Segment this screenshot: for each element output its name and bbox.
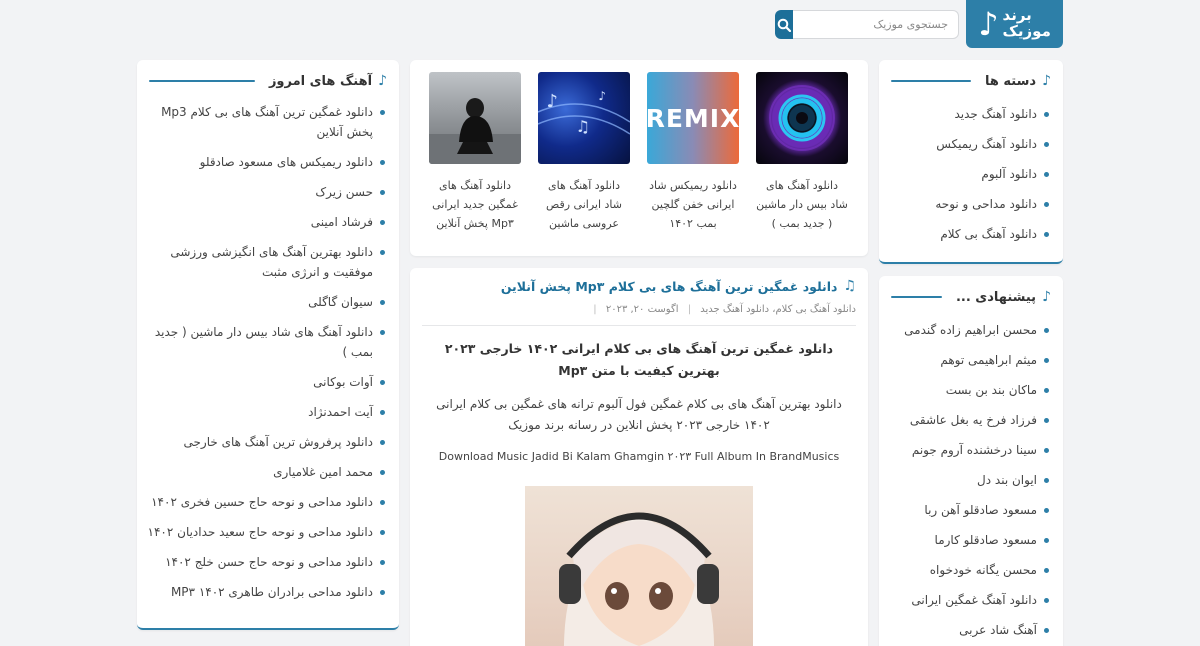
svg-text:♪: ♪	[598, 89, 606, 103]
categories-list: دانلود آهنگ جدید دانلود آهنگ ریمیکس دانل…	[879, 98, 1063, 244]
category-link[interactable]: دانلود آلبوم	[889, 164, 1049, 184]
category-link[interactable]: دانلود آهنگ جدید	[889, 104, 1049, 124]
suggested-title: ♪ پیشنهادی ...	[879, 280, 1063, 314]
categories-title: ♪ دسته ها	[879, 64, 1063, 98]
song-thumbnail-sad[interactable]	[429, 72, 521, 164]
post-article: ♫ دانلود غمگین ترین آهنگ های بی کلام Mp۳…	[410, 268, 868, 646]
today-song-link[interactable]: دانلود آهنگ های شاد بیس دار ماشین ( جدید…	[147, 322, 385, 362]
song-card[interactable]: دانلود آهنگ های شاد بیس دار ماشین ( جدید…	[756, 72, 848, 233]
suggested-link[interactable]: فرزاد فرخ یه بغل عاشقی	[889, 410, 1049, 430]
today-song-link[interactable]: دانلود غمگین ترین آهنگ های بی کلام Mp3 پ…	[147, 102, 385, 142]
title-divider	[891, 80, 971, 82]
song-title[interactable]: دانلود آهنگ های غمگین جدید ایرانی Mp۳ پخ…	[429, 176, 521, 233]
suggested-title-text: پیشنهادی ...	[955, 289, 1037, 305]
today-song-link[interactable]: آیت احمدنژاد	[147, 402, 385, 422]
suggested-link[interactable]: آهنگ شاد عربی	[889, 620, 1049, 640]
music-note-icon: ♪	[978, 5, 999, 43]
post-english-line: Download Music Jadid Bi Kalam Ghamgin ۲۰…	[438, 450, 840, 463]
logo-line2: موزیک	[1002, 22, 1051, 40]
today-song-link[interactable]: دانلود بهترین آهنگ های انگیزشی ورزشی موف…	[147, 242, 385, 282]
song-card[interactable]: REMIX دانلود ریمیکس شاد ایرانی خفن گلچین…	[647, 72, 739, 233]
logo-text: برند موزیک	[1002, 7, 1051, 40]
post-description: دانلود بهترین آهنگ های بی کلام غمگین فول…	[436, 397, 842, 432]
today-song-link[interactable]: دانلود پرفروش ترین آهنگ های خارجی	[147, 432, 385, 452]
speaker-art	[769, 85, 835, 151]
suggested-link[interactable]: محسن یگانه خودخواه	[889, 560, 1049, 580]
today-song-link[interactable]: دانلود مداحی و نوحه حاج حسین فخری ۱۴۰۲	[147, 492, 385, 512]
post-title[interactable]: ♫ دانلود غمگین ترین آهنگ های بی کلام Mp۳…	[410, 268, 868, 294]
today-song-link[interactable]: دانلود مداحی و نوحه حاج حسن خلج ۱۴۰۲	[147, 552, 385, 572]
song-card[interactable]: ♪ ♫ ♪ دانلود آهنگ های شاد ایرانی رقص عرو…	[538, 72, 630, 233]
suggested-link[interactable]: ماکان بند بن بست	[889, 380, 1049, 400]
search-icon	[777, 18, 791, 32]
song-title[interactable]: دانلود ریمیکس شاد ایرانی خفن گلچین بمب ۱…	[647, 176, 739, 233]
post-categories[interactable]: دانلود آهنگ بی کلام، دانلود آهنگ جدید	[700, 304, 856, 315]
today-song-link[interactable]: دانلود ریمیکس های مسعود صادقلو	[147, 152, 385, 172]
svg-text:♫: ♫	[576, 117, 590, 136]
categories-panel: ♪ دسته ها دانلود آهنگ جدید دانلود آهنگ ر…	[879, 60, 1063, 264]
song-title[interactable]: دانلود آهنگ های شاد بیس دار ماشین ( جدید…	[756, 176, 848, 233]
featured-songs-panel: دانلود آهنگ های شاد بیس دار ماشین ( جدید…	[410, 60, 868, 256]
today-song-link[interactable]: حسن زیرک	[147, 182, 385, 202]
svg-text:♪: ♪	[547, 91, 559, 112]
category-link[interactable]: دانلود مداحی و نوحه	[889, 194, 1049, 214]
suggested-link[interactable]: محسن ابراهیم زاده گندمی	[889, 320, 1049, 340]
song-title[interactable]: دانلود آهنگ های شاد ایرانی رقص عروسی ماش…	[538, 176, 630, 233]
music-notes-art: ♪ ♫ ♪	[538, 89, 630, 136]
search-bar	[775, 10, 959, 39]
music-note-icon: ♪	[1042, 289, 1051, 305]
post-meta: دانلود آهنگ بی کلام، دانلود آهنگ جدید | …	[422, 294, 856, 326]
post-image	[525, 486, 753, 646]
meta-separator: |	[687, 304, 692, 315]
suggested-link[interactable]: میثم ابراهیمی توهم	[889, 350, 1049, 370]
today-song-link[interactable]: دانلود مداحی برادران طاهری ۱۴۰۲ MP۳	[147, 582, 385, 602]
search-input[interactable]	[793, 10, 959, 39]
post-date: اگوست ۲۰, ۲۰۲۳	[605, 304, 679, 315]
today-songs-list: دانلود غمگین ترین آهنگ های بی کلام Mp3 پ…	[137, 98, 399, 602]
title-divider	[149, 80, 255, 82]
remix-logo-text: REMIX	[647, 103, 739, 133]
suggested-link[interactable]: سینا درخشنده آروم جونم	[889, 440, 1049, 460]
today-songs-title: ♪ آهنگ های امروز	[137, 64, 399, 98]
suggested-link[interactable]: مسعود صادقلو کارما	[889, 530, 1049, 550]
today-songs-title-text: آهنگ های امروز	[268, 73, 373, 89]
today-song-link[interactable]: محمد امین غلامیاری	[147, 462, 385, 482]
post-title-text[interactable]: دانلود غمگین ترین آهنگ های بی کلام Mp۳ پ…	[501, 279, 838, 294]
sad-person-art	[429, 98, 521, 164]
suggested-panel: ♪ پیشنهادی ... محسن ابراهیم زاده گندمی م…	[879, 276, 1063, 646]
song-thumbnail-remix[interactable]: REMIX	[647, 72, 739, 164]
music-note-icon: ♪	[378, 73, 387, 89]
post-heading: دانلود غمگین ترین آهنگ های بی کلام ایران…	[444, 341, 834, 378]
suggested-list: محسن ابراهیم زاده گندمی میثم ابراهیمی تو…	[879, 314, 1063, 640]
music-note-icon: ♪	[1042, 73, 1051, 89]
song-card[interactable]: دانلود آهنگ های غمگین جدید ایرانی Mp۳ پخ…	[429, 72, 521, 233]
search-button[interactable]	[775, 10, 793, 39]
categories-title-text: دسته ها	[984, 73, 1037, 89]
anime-girl-headphones-art	[559, 512, 719, 646]
music-note-icon: ♫	[843, 278, 856, 294]
today-songs-panel: ♪ آهنگ های امروز دانلود غمگین ترین آهنگ …	[137, 60, 399, 630]
meta-separator: |	[593, 304, 597, 315]
suggested-link[interactable]: دانلود آهنگ غمگین ایرانی	[889, 590, 1049, 610]
title-divider	[891, 296, 942, 298]
today-song-link[interactable]: فرشاد امینی	[147, 212, 385, 232]
suggested-link[interactable]: مسعود صادقلو آهن ربا	[889, 500, 1049, 520]
category-link[interactable]: دانلود آهنگ بی کلام	[889, 224, 1049, 244]
song-thumbnail-speaker[interactable]	[756, 72, 848, 164]
today-song-link[interactable]: آوات بوکانی	[147, 372, 385, 392]
suggested-link[interactable]: ایوان بند دل	[889, 470, 1049, 490]
today-song-link[interactable]: دانلود مداحی و نوحه حاج سعید حدادیان ۱۴۰…	[147, 522, 385, 542]
today-song-link[interactable]: سیوان گاگلی	[147, 292, 385, 312]
featured-songs-grid: دانلود آهنگ های شاد بیس دار ماشین ( جدید…	[410, 60, 868, 233]
site-logo[interactable]: برند موزیک ♪	[966, 0, 1063, 48]
category-link[interactable]: دانلود آهنگ ریمیکس	[889, 134, 1049, 154]
song-thumbnail-notes[interactable]: ♪ ♫ ♪	[538, 72, 630, 164]
